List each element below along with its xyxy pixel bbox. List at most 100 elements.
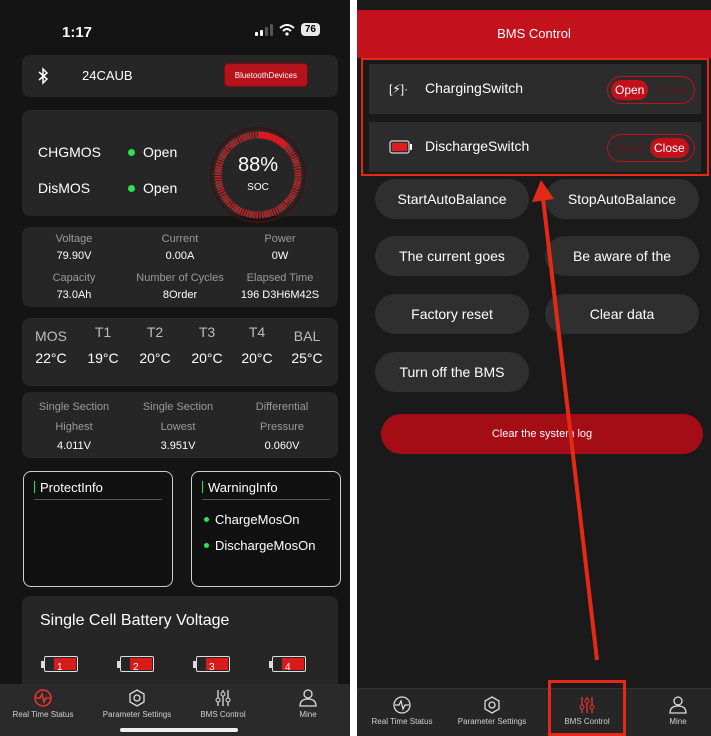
protect-info-box: ProtectInfo <box>23 471 173 587</box>
stat-value: 73.0Ah <box>56 289 92 301</box>
cell-number: 4 <box>285 662 291 673</box>
status-dot-icon <box>204 543 209 548</box>
stat-elapsed: Elapsed Time 196 D3H6M42S <box>230 272 330 301</box>
warning-info-box: WarningInfo ChargeMosOn DischargeMosOn <box>191 471 341 587</box>
cell-battery-icon: 4 <box>269 656 306 673</box>
cell-voltage-card: Single Cell Battery Voltage 1 2 3 4 <box>22 596 338 688</box>
pulse-icon <box>34 689 52 707</box>
temp-label: T3 <box>198 324 216 340</box>
protect-info-title: ProtectInfo <box>34 480 162 500</box>
tab-label: Real Time Status <box>12 710 74 719</box>
dismos-state: Open <box>143 180 178 196</box>
cell-line: Lowest <box>160 421 196 433</box>
temp-value: 19°C <box>87 350 119 366</box>
temp-value: 20°C <box>139 350 171 366</box>
warning-item: DischargeMosOn <box>204 538 315 553</box>
cell-battery-icon: 2 <box>117 656 154 673</box>
cell-value: 0.060V <box>264 440 300 452</box>
stat-cycles: Number of Cycles 8Order <box>122 272 238 301</box>
cell-highest: Single Section Highest 4.011V <box>24 400 124 454</box>
tab-bar: Real Time Status Parameter Settings BMS … <box>0 684 350 736</box>
status-bar: 1:17 76 <box>0 0 350 52</box>
tab-bms-control[interactable]: BMS Control <box>178 688 268 719</box>
stat-label: Power <box>264 233 296 245</box>
stat-label: Current <box>161 233 199 245</box>
tab-mine[interactable]: Mine <box>263 688 350 719</box>
temp-label: MOS <box>35 328 67 344</box>
status-icons: 76 <box>254 23 320 36</box>
stat-label: Elapsed Time <box>246 272 314 284</box>
stat-value: 8Order <box>162 289 198 301</box>
warning-item: ChargeMosOn <box>204 512 300 527</box>
cell-number: 2 <box>133 662 139 673</box>
temp-label: T2 <box>146 324 164 340</box>
bluetooth-card: 24CAUB BluetoothDevices <box>22 55 338 97</box>
warning-info-title: WarningInfo <box>202 480 330 500</box>
device-name: 24CAUB <box>82 68 133 83</box>
signal-icon <box>254 23 273 36</box>
chgmos-label: CHGMOS <box>38 144 101 160</box>
cell-line: Single Section <box>38 401 110 413</box>
temp-value: 22°C <box>35 350 67 366</box>
temp-label: T1 <box>94 324 112 340</box>
chgmos-state: Open <box>143 144 178 160</box>
home-indicator <box>120 728 238 732</box>
cell-summary-card: Single Section Highest 4.011V Single Sec… <box>22 392 338 458</box>
tab-real-time-status[interactable]: Real Time Status <box>0 688 88 719</box>
soc-value: 88% <box>237 154 279 176</box>
temp-mos: MOS 22°C <box>26 328 76 366</box>
cell-voltage-title: Single Cell Battery Voltage <box>40 612 230 629</box>
temp-t2: T2 20°C <box>130 324 180 366</box>
mos-card: CHGMOS Open DisMOS Open 88% SOC <box>22 110 338 223</box>
stat-voltage: Voltage 79.90V <box>24 233 124 262</box>
cell-battery-icon: 3 <box>193 656 230 673</box>
temp-bal: BAL 25°C <box>280 328 334 366</box>
temp-label: BAL <box>293 328 321 344</box>
status-dot-icon <box>128 184 135 192</box>
stat-value: 196 D3H6M42S <box>240 289 320 301</box>
warning-item-label: ChargeMosOn <box>215 512 300 527</box>
battery-icon: 76 <box>300 23 320 36</box>
temp-t4: T4 20°C <box>232 324 282 366</box>
cell-line: Differential <box>255 401 309 413</box>
cell-value: 3.951V <box>160 440 196 452</box>
wifi-icon <box>279 23 295 36</box>
stat-value: 0.00A <box>165 250 195 262</box>
stat-power: Power 0W <box>230 233 330 262</box>
bluetooth-icon <box>38 67 49 85</box>
sliders-icon <box>215 690 231 706</box>
tab-label: BMS Control <box>200 710 246 719</box>
tab-parameter-settings[interactable]: Parameter Settings <box>92 688 182 719</box>
chgmos-row: CHGMOS Open <box>38 144 177 160</box>
status-time: 1:17 <box>62 24 93 41</box>
left-screenshot: 1:17 76 24CAUB BluetoothDevices CHGMOS O… <box>0 0 350 736</box>
user-icon <box>299 689 317 707</box>
cell-line: Pressure <box>259 421 305 433</box>
cell-value: 4.011V <box>56 440 92 452</box>
temp-value: 25°C <box>291 350 323 366</box>
tab-label: Mine <box>299 710 317 719</box>
stat-label: Voltage <box>55 233 93 245</box>
temp-value: 20°C <box>191 350 223 366</box>
stat-value: 79.90V <box>56 250 92 262</box>
cell-differential: Differential Pressure 0.060V <box>232 400 332 454</box>
cell-battery-icon: 1 <box>41 656 78 673</box>
temp-t1: T1 19°C <box>78 324 128 366</box>
stat-current: Current 0.00A <box>130 233 230 262</box>
cell-line: Highest <box>55 421 93 433</box>
soc-label: SOC <box>247 182 269 193</box>
right-screenshot: BMS Control [⚡]· ChargingSwitch Open Clo… <box>357 0 711 736</box>
stat-label: Capacity <box>52 272 96 284</box>
temp-t3: T3 20°C <box>182 324 232 366</box>
bluetooth-devices-button[interactable]: BluetoothDevices <box>223 63 308 87</box>
cell-lowest: Single Section Lowest 3.951V <box>128 400 228 454</box>
settings-hex-icon <box>129 689 145 707</box>
stats-card: Voltage 79.90V Current 0.00A Power 0W Capac… <box>22 227 338 307</box>
stat-label: Number of Cycles <box>136 272 224 284</box>
stat-value: 0W <box>271 250 289 262</box>
annotation-arrow-icon <box>532 180 599 661</box>
tab-label: Parameter Settings <box>102 710 172 719</box>
cell-number: 1 <box>57 662 63 673</box>
temp-label: T4 <box>248 324 266 340</box>
dismos-label: DisMOS <box>38 180 91 196</box>
